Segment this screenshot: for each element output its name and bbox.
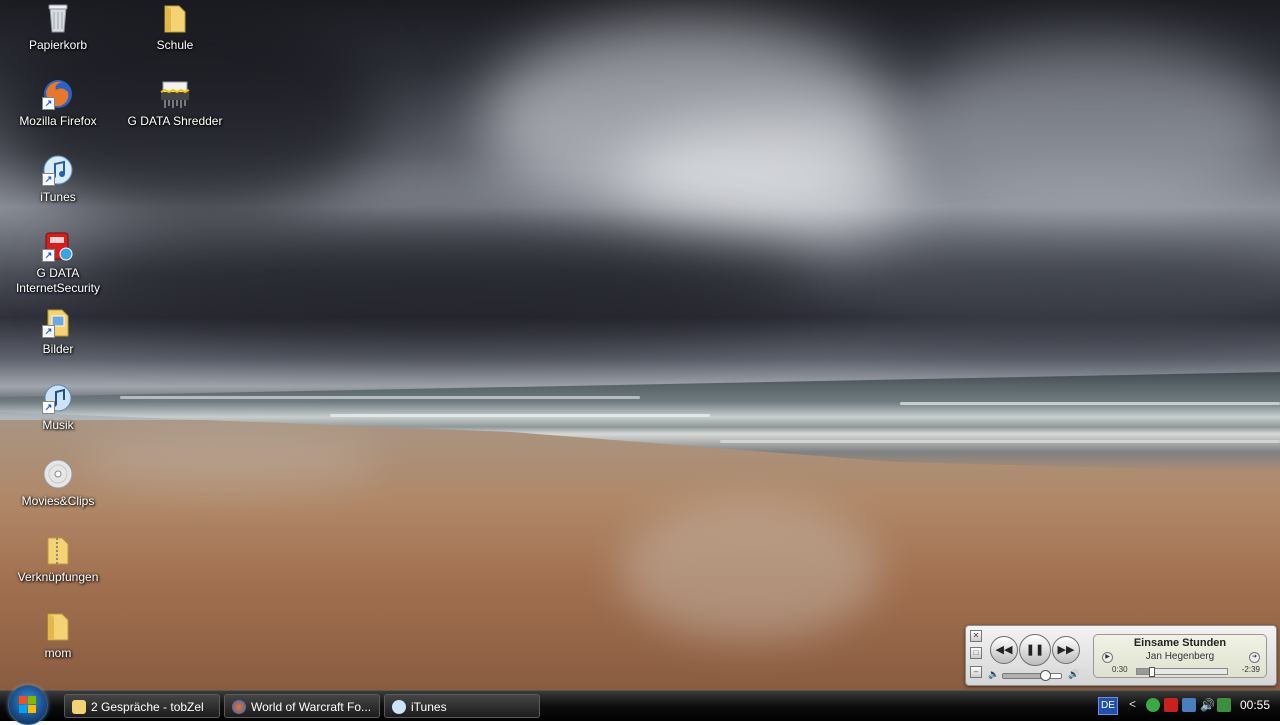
folder-icon xyxy=(72,700,86,714)
desktop-icon-g-data-internetsecurity[interactable]: ↗ G DATA InternetSecurity xyxy=(8,230,108,296)
desktop-icon-label: Verknüpfungen xyxy=(17,570,99,584)
desktop-icon-schule[interactable]: Schule xyxy=(125,2,225,53)
volume-slider[interactable] xyxy=(1002,670,1062,681)
desktop-icon-musik[interactable]: ↗ Musik xyxy=(8,382,108,433)
taskbar-item-label: iTunes xyxy=(411,700,447,714)
desktop-icon-movies-clips[interactable]: Movies&Clips xyxy=(8,458,108,509)
progress-knob[interactable] xyxy=(1149,667,1156,677)
clover-tray-icon[interactable] xyxy=(1146,698,1160,712)
language-indicator[interactable]: DE xyxy=(1098,697,1118,715)
taskbar-item-itunes[interactable]: iTunes xyxy=(384,694,540,718)
elapsed-time: 0:30 xyxy=(1112,665,1128,674)
volume-high-icon: 🔊 xyxy=(1068,669,1080,679)
next-track-button[interactable]: ▶▶ xyxy=(1052,636,1080,664)
system-clock[interactable]: 00:55 xyxy=(1240,698,1270,712)
disc-icon xyxy=(42,458,74,490)
now-playing-display: Einsame Stunden Jan Hegenberg ▶ ➜ 0:30 -… xyxy=(1093,634,1267,678)
volume-tray-icon[interactable]: 🔊 xyxy=(1200,698,1215,712)
gdata-icon: ↗ xyxy=(42,230,74,262)
play-arrow-icon[interactable]: ▶ xyxy=(1102,652,1113,663)
desktop-icon-label: Musik xyxy=(42,418,74,432)
show-hidden-icons-chevron[interactable]: < xyxy=(1129,697,1136,711)
forward-arrow-icon[interactable]: ➜ xyxy=(1249,652,1260,663)
previous-track-button[interactable]: ◀◀ xyxy=(990,636,1018,664)
desktop-icon-label: Movies&Clips xyxy=(21,494,95,508)
network-tray-icon[interactable] xyxy=(1182,698,1196,712)
taskbar-item-gespraeche[interactable]: 2 Gespräche - tobZel xyxy=(64,694,220,718)
taskbar-item-label: World of Warcraft Fo... xyxy=(251,700,372,714)
desktop-icon-verknupfungen[interactable]: Verknüpfungen xyxy=(8,534,108,585)
desktop-icon-bilder[interactable]: ↗ Bilder xyxy=(8,306,108,357)
shield-tray-icon[interactable] xyxy=(1164,698,1178,712)
desktop-icon-itunes[interactable]: ↗ iTunes xyxy=(8,154,108,205)
remaining-time: -2:39 xyxy=(1241,665,1260,674)
desktop-icon-g-data-shredder[interactable]: G DATA Shredder xyxy=(125,78,225,129)
shredder-icon xyxy=(159,78,191,110)
minimize-icon[interactable]: – xyxy=(970,666,982,678)
restore-icon[interactable]: □ xyxy=(970,647,982,659)
desktop-icon-label: Mozilla Firefox xyxy=(19,114,97,128)
signal-tray-icon[interactable] xyxy=(1217,698,1231,712)
taskbar-item-label: 2 Gespräche - tobZel xyxy=(91,700,204,714)
close-icon[interactable]: ✕ xyxy=(970,630,982,642)
itunes-icon xyxy=(392,700,406,714)
desktop-icon-mozilla-firefox[interactable]: ↗ Mozilla Firefox xyxy=(8,78,108,129)
song-title: Einsame Stunden xyxy=(1133,637,1227,649)
song-artist: Jan Hegenberg xyxy=(1145,651,1215,662)
folder-icon xyxy=(42,610,74,642)
desktop-icon-papierkorb[interactable]: Papierkorb xyxy=(8,2,108,53)
pictures-folder-icon: ↗ xyxy=(42,306,74,338)
desktop-icon-label: G DATA Shredder xyxy=(127,114,223,128)
recycle-bin-icon xyxy=(42,2,74,34)
folder-icon xyxy=(159,2,191,34)
desktop-icon-label: mom xyxy=(44,646,72,660)
desktop-icon-label: Bilder xyxy=(42,342,74,356)
desktop-icon-label: G DATA InternetSecurity xyxy=(15,266,101,295)
firefox-icon: ↗ xyxy=(42,78,74,110)
taskbar-item-firefox[interactable]: World of Warcraft Fo... xyxy=(224,694,380,718)
volume-low-icon: 🔈 xyxy=(988,669,1000,679)
desktop-icon-label: Schule xyxy=(156,38,194,52)
music-folder-icon: ↗ xyxy=(42,382,74,414)
windows-logo-icon xyxy=(19,696,37,714)
start-button[interactable] xyxy=(8,685,48,725)
itunes-mini-player: ✕ □ – ◀◀ ❚❚ ▶▶ 🔈 🔊 Einsame Stunden Jan H… xyxy=(965,625,1277,686)
firefox-icon xyxy=(232,700,246,714)
pause-button[interactable]: ❚❚ xyxy=(1019,634,1051,666)
progress-bar[interactable] xyxy=(1136,667,1228,677)
taskbar: 2 Gespräche - tobZel World of Warcraft F… xyxy=(0,685,1280,725)
desktop-icon-mom[interactable]: mom xyxy=(8,610,108,661)
zip-folder-icon xyxy=(42,534,74,566)
volume-knob[interactable] xyxy=(1039,670,1051,681)
desktop-icon-label: Papierkorb xyxy=(28,38,88,52)
itunes-icon: ↗ xyxy=(42,154,74,186)
desktop-icon-label: iTunes xyxy=(40,190,76,204)
volume-fill xyxy=(1003,674,1045,678)
